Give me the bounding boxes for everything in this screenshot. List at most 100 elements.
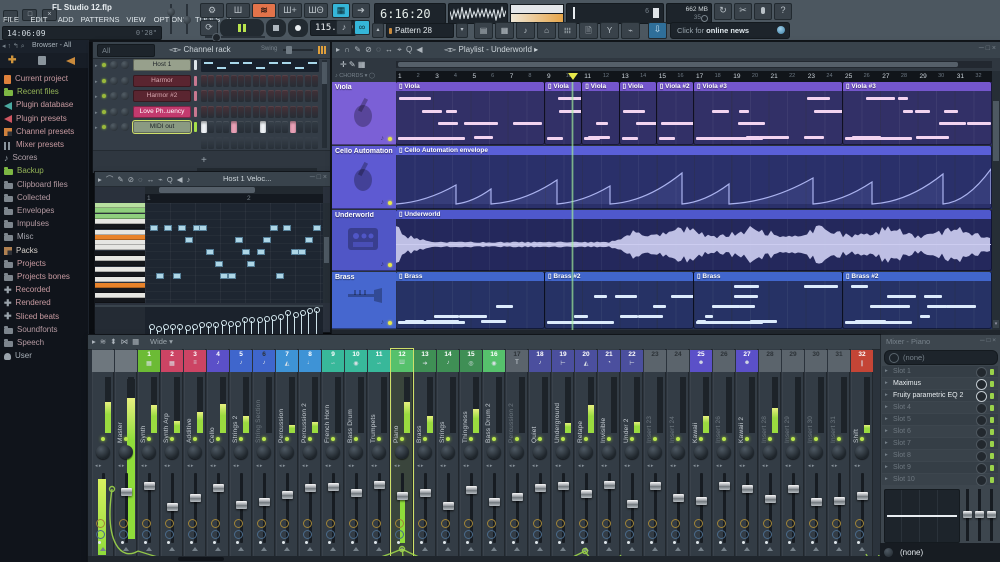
channel-arrow-icon[interactable]: ▸ [95, 94, 98, 100]
mixer-strip-bass-drum-2[interactable]: 16 ◉ Bass Drum 2 ◂ ▸ [483, 349, 505, 556]
slot-mix-knob[interactable] [976, 379, 987, 390]
velocity-head[interactable] [292, 312, 299, 318]
velocity-stem[interactable] [280, 318, 281, 334]
step-cell[interactable] [238, 105, 244, 118]
browser-item-clipboard-files[interactable]: Clipboard files [0, 178, 88, 191]
menu-edit[interactable]: EDIT [30, 15, 47, 24]
strip-pan-knob[interactable] [533, 445, 547, 459]
step-cell[interactable] [312, 121, 318, 133]
mixer-strip-insert-28[interactable]: 28 Insert 28 ◂ ▸ [759, 349, 781, 556]
step-cell[interactable] [289, 105, 296, 118]
step-cell[interactable] [282, 136, 289, 149]
strip-fader-handle[interactable] [696, 497, 707, 505]
strip-header[interactable]: 5 ♪ [230, 350, 252, 372]
strip-route-arrow[interactable] [675, 547, 681, 551]
browser-item-current-project[interactable]: Current project [0, 72, 88, 85]
midi-note[interactable] [235, 237, 243, 243]
strip-sep-icons[interactable]: ◂ ▸ [233, 463, 239, 469]
mixer-strip-kawaii-2[interactable]: 27 ☻ Kawaii 2 ◂ ▸ [736, 349, 758, 556]
mixer-strip-retape[interactable]: 20 ◭ Retape ◂ ▸ [575, 349, 597, 556]
velocity-head[interactable] [177, 324, 184, 330]
velocity-head[interactable] [184, 325, 191, 331]
channel-preview[interactable] [201, 59, 319, 72]
mixer-tool-icons[interactable]: ▸ ≋ ⬍ ⋈ ▦ [92, 337, 140, 346]
step-cell[interactable] [312, 136, 318, 149]
clip-viola[interactable]: ▯ Viola [396, 82, 544, 144]
fx-slot-2[interactable]: ▸ Maximus [882, 378, 998, 390]
view-icon-7[interactable]: ⌁ [621, 22, 640, 39]
mixer-hscrollbar[interactable] [88, 556, 880, 562]
strip-fader-handle[interactable] [581, 490, 592, 498]
piano-key[interactable] [95, 298, 145, 303]
strip-fader-handle[interactable] [765, 495, 776, 503]
strip-send-knob[interactable] [303, 530, 312, 539]
piano-key[interactable] [95, 287, 145, 293]
slot-enable-led[interactable] [990, 477, 994, 483]
step-cell[interactable] [201, 90, 207, 102]
browser-item-scores[interactable]: ♪ Scores [0, 151, 88, 164]
mixer-strip-quiet[interactable]: 18 ♪ Quiet ◂ ▸ [529, 349, 551, 556]
master-pitch-knob[interactable] [183, 16, 191, 24]
strip-sep-icons[interactable]: ◂ ▸ [693, 463, 699, 469]
step-cell[interactable] [282, 90, 289, 102]
strip-route-arrow[interactable] [652, 547, 658, 551]
piano-roll-grid[interactable] [145, 203, 323, 303]
clip-brass[interactable]: ▯ Brass [694, 272, 842, 328]
track-mini-icon[interactable]: ♪ [381, 261, 385, 268]
playhead-marker[interactable] [568, 73, 578, 80]
strip-header[interactable]: 27 ☻ [736, 350, 758, 372]
strip-fader-handle[interactable] [397, 492, 408, 500]
step-cell[interactable] [275, 136, 281, 149]
strip-pan-knob[interactable] [464, 445, 478, 459]
step-cell[interactable] [201, 136, 207, 149]
help-button[interactable]: ? [774, 3, 792, 20]
piano-roll-ruler[interactable]: 1 2 [145, 194, 323, 203]
strip-fader-handle[interactable] [374, 481, 385, 489]
midi-note[interactable] [313, 225, 321, 231]
strip-send-knob[interactable] [786, 530, 795, 539]
step-cell[interactable] [245, 74, 252, 87]
slot-enable-led[interactable] [990, 405, 994, 411]
rack-hscrollbar[interactable] [197, 168, 317, 171]
step-cell[interactable] [275, 121, 281, 133]
step-cell[interactable] [215, 105, 222, 118]
velocity-head[interactable] [299, 310, 306, 316]
strip-header[interactable] [92, 350, 114, 372]
strip-header[interactable]: 3 ≡ [184, 350, 206, 372]
strip-header[interactable]: 23 [644, 350, 666, 372]
strip-send-knob[interactable] [579, 530, 588, 539]
strip-send-knob[interactable] [694, 530, 703, 539]
slide-toggle[interactable]: ♪ [336, 20, 352, 35]
link-toggle[interactable]: ∞ [354, 20, 370, 35]
smart-disable-icon[interactable]: ✂ [734, 3, 752, 20]
velocity-head[interactable] [242, 317, 249, 323]
channel-enable-light[interactable] [194, 91, 197, 101]
strip-eq-knob[interactable] [96, 519, 105, 528]
step-cell[interactable] [201, 121, 207, 133]
strip-send-knob[interactable] [188, 530, 197, 539]
playlist-vscrollbar[interactable]: ▾ [992, 71, 1000, 330]
midi-note[interactable] [257, 249, 265, 255]
velocity-head[interactable] [263, 316, 270, 322]
mixer-strip-kawaii[interactable]: 25 ☻ Kawaii ◂ ▸ [690, 349, 712, 556]
channel-button[interactable]: Love Ph..uency [133, 105, 191, 118]
velocity-head[interactable] [256, 317, 263, 323]
browser-item-user[interactable]: User [0, 349, 88, 362]
time-display-panel[interactable]: 6:16:20 [374, 3, 446, 24]
piano-key[interactable] [95, 293, 145, 299]
channel-mute-led[interactable] [102, 125, 106, 129]
channel-pan-knob[interactable] [110, 92, 118, 100]
strip-pan-knob[interactable] [763, 445, 777, 459]
strip-fader-handle[interactable] [857, 492, 868, 500]
strip-eq-knob[interactable] [234, 519, 243, 528]
strip-sep-icons[interactable]: ◂ ▸ [394, 463, 400, 469]
strip-header[interactable]: 14 ♪ [437, 350, 459, 372]
channel-arrow-icon[interactable]: ▸ [95, 125, 98, 131]
menu-file[interactable]: FILE [3, 15, 19, 24]
step-cell[interactable] [215, 74, 222, 87]
browser-item-plugin-database[interactable]: Plugin database [0, 98, 88, 111]
strip-mute-led[interactable] [837, 437, 841, 441]
strip-mute-led[interactable] [630, 437, 634, 441]
strip-sep-icons[interactable]: ◂ ▸ [279, 463, 285, 469]
step-cell[interactable] [304, 136, 311, 149]
